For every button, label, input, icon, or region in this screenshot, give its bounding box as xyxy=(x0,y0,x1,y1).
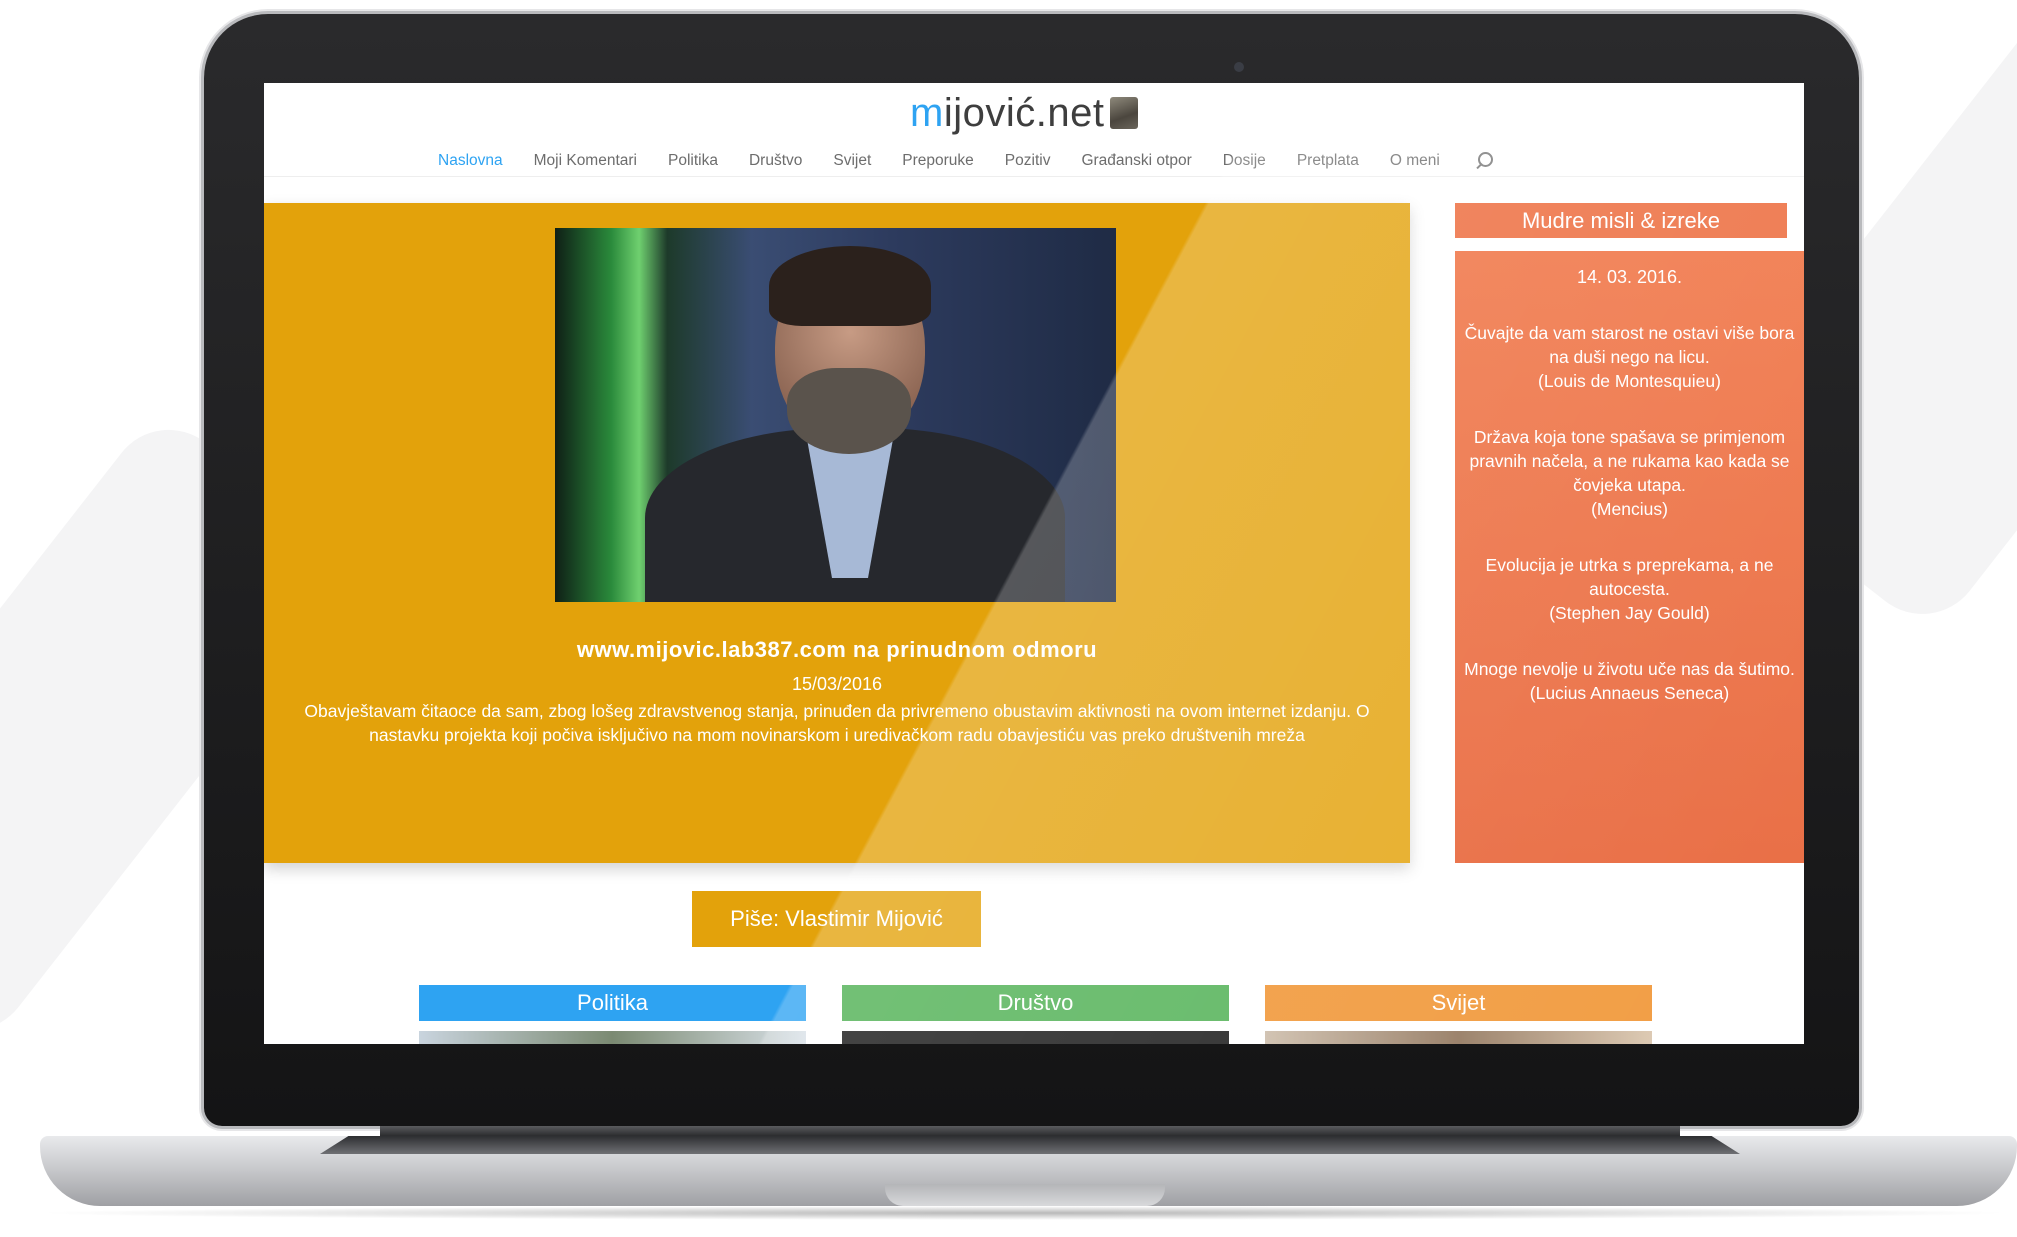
quote-text: Mnoge nevolje u životu uče nas da šutimo… xyxy=(1464,659,1795,679)
quotes-panel: 14. 03. 2016. Čuvajte da vam starost ne … xyxy=(1455,251,1804,863)
featured-excerpt: Obavještavam čitaoce da sam, zbog lošeg … xyxy=(304,701,1370,745)
nav-item-moji-komentari[interactable]: Moji Komentari xyxy=(534,152,637,170)
nav-item-gradjanski-otpor[interactable]: Građanski otpor xyxy=(1081,152,1191,170)
quote-text: Evolucija je utrka s preprekama, a ne au… xyxy=(1485,555,1774,599)
photo-hair xyxy=(769,246,931,326)
nav-item-o-meni[interactable]: O meni xyxy=(1390,152,1440,170)
featured-post[interactable]: www.mijovic.lab387.com na prinudnom odmo… xyxy=(264,203,1410,863)
laptop-notch xyxy=(885,1184,1165,1206)
site-logo[interactable]: mijović.net xyxy=(910,85,1139,141)
category-drustvo[interactable]: Društvo xyxy=(842,985,1229,1021)
laptop-hinge xyxy=(380,1126,1680,1136)
quote-item: Država koja tone spašava se primjenom pr… xyxy=(1455,425,1804,521)
quote-text: Država koja tone spašava se primjenom pr… xyxy=(1469,427,1790,495)
quote-text: Čuvajte da vam starost ne ostavi više bo… xyxy=(1464,323,1795,367)
featured-image[interactable] xyxy=(555,228,1116,602)
nav-item-politika[interactable]: Politika xyxy=(668,152,718,170)
quote-item: Mnoge nevolje u životu uče nas da šutimo… xyxy=(1455,657,1804,705)
logo-avatar xyxy=(1110,97,1139,129)
nav-item-dosije[interactable]: Dosije xyxy=(1223,152,1266,170)
quote-item: Evolucija je utrka s preprekama, a ne au… xyxy=(1455,553,1804,625)
nav-item-pozitiv[interactable]: Pozitiv xyxy=(1005,152,1051,170)
logo-accent-letter: m xyxy=(910,90,944,135)
main-nav: Naslovna Moji Komentari Politika Društvo… xyxy=(438,141,1493,181)
nav-item-pretplata[interactable]: Pretplata xyxy=(1297,152,1359,170)
nav-divider xyxy=(264,176,1804,177)
category-image-politika[interactable] xyxy=(419,1031,806,1044)
sidebar-title: Mudre misli & izreke xyxy=(1455,203,1787,238)
laptop-keyboard-edge xyxy=(320,1136,1740,1154)
category-image-drustvo[interactable] xyxy=(842,1031,1229,1044)
logo-text-rest: ijović.net xyxy=(943,90,1105,135)
nav-item-naslovna[interactable]: Naslovna xyxy=(438,152,503,170)
quote-item: Čuvajte da vam starost ne ostavi više bo… xyxy=(1455,321,1804,393)
author-button[interactable]: Piše: Vlastimir Mijović xyxy=(692,891,981,947)
search-icon[interactable] xyxy=(1475,152,1493,170)
nav-item-preporuke[interactable]: Preporuke xyxy=(902,152,974,170)
quotes-date: 14. 03. 2016. xyxy=(1576,267,1683,287)
laptop-shadow xyxy=(30,1206,2017,1220)
featured-date: 15/03/2016 xyxy=(791,674,883,694)
category-svijet[interactable]: Svijet xyxy=(1265,985,1652,1021)
photo-beard xyxy=(787,368,911,454)
featured-title[interactable]: www.mijovic.lab387.com na prinudnom odmo… xyxy=(264,637,1410,663)
website-screen: mijović.net Naslovna Moji Komentari Poli… xyxy=(264,83,1804,1044)
nav-item-drustvo[interactable]: Društvo xyxy=(749,152,802,170)
camera-icon xyxy=(1234,62,1244,72)
logo-text: mijović.net xyxy=(910,91,1104,136)
category-image-svijet[interactable] xyxy=(1265,1031,1652,1044)
quote-author: (Stephen Jay Gould) xyxy=(1549,603,1710,623)
quote-author: (Louis de Montesquieu) xyxy=(1538,371,1721,391)
category-politika[interactable]: Politika xyxy=(419,985,806,1021)
nav-item-svijet[interactable]: Svijet xyxy=(833,152,871,170)
quote-author: (Mencius) xyxy=(1591,499,1668,519)
quote-author: (Lucius Annaeus Seneca) xyxy=(1529,683,1730,703)
